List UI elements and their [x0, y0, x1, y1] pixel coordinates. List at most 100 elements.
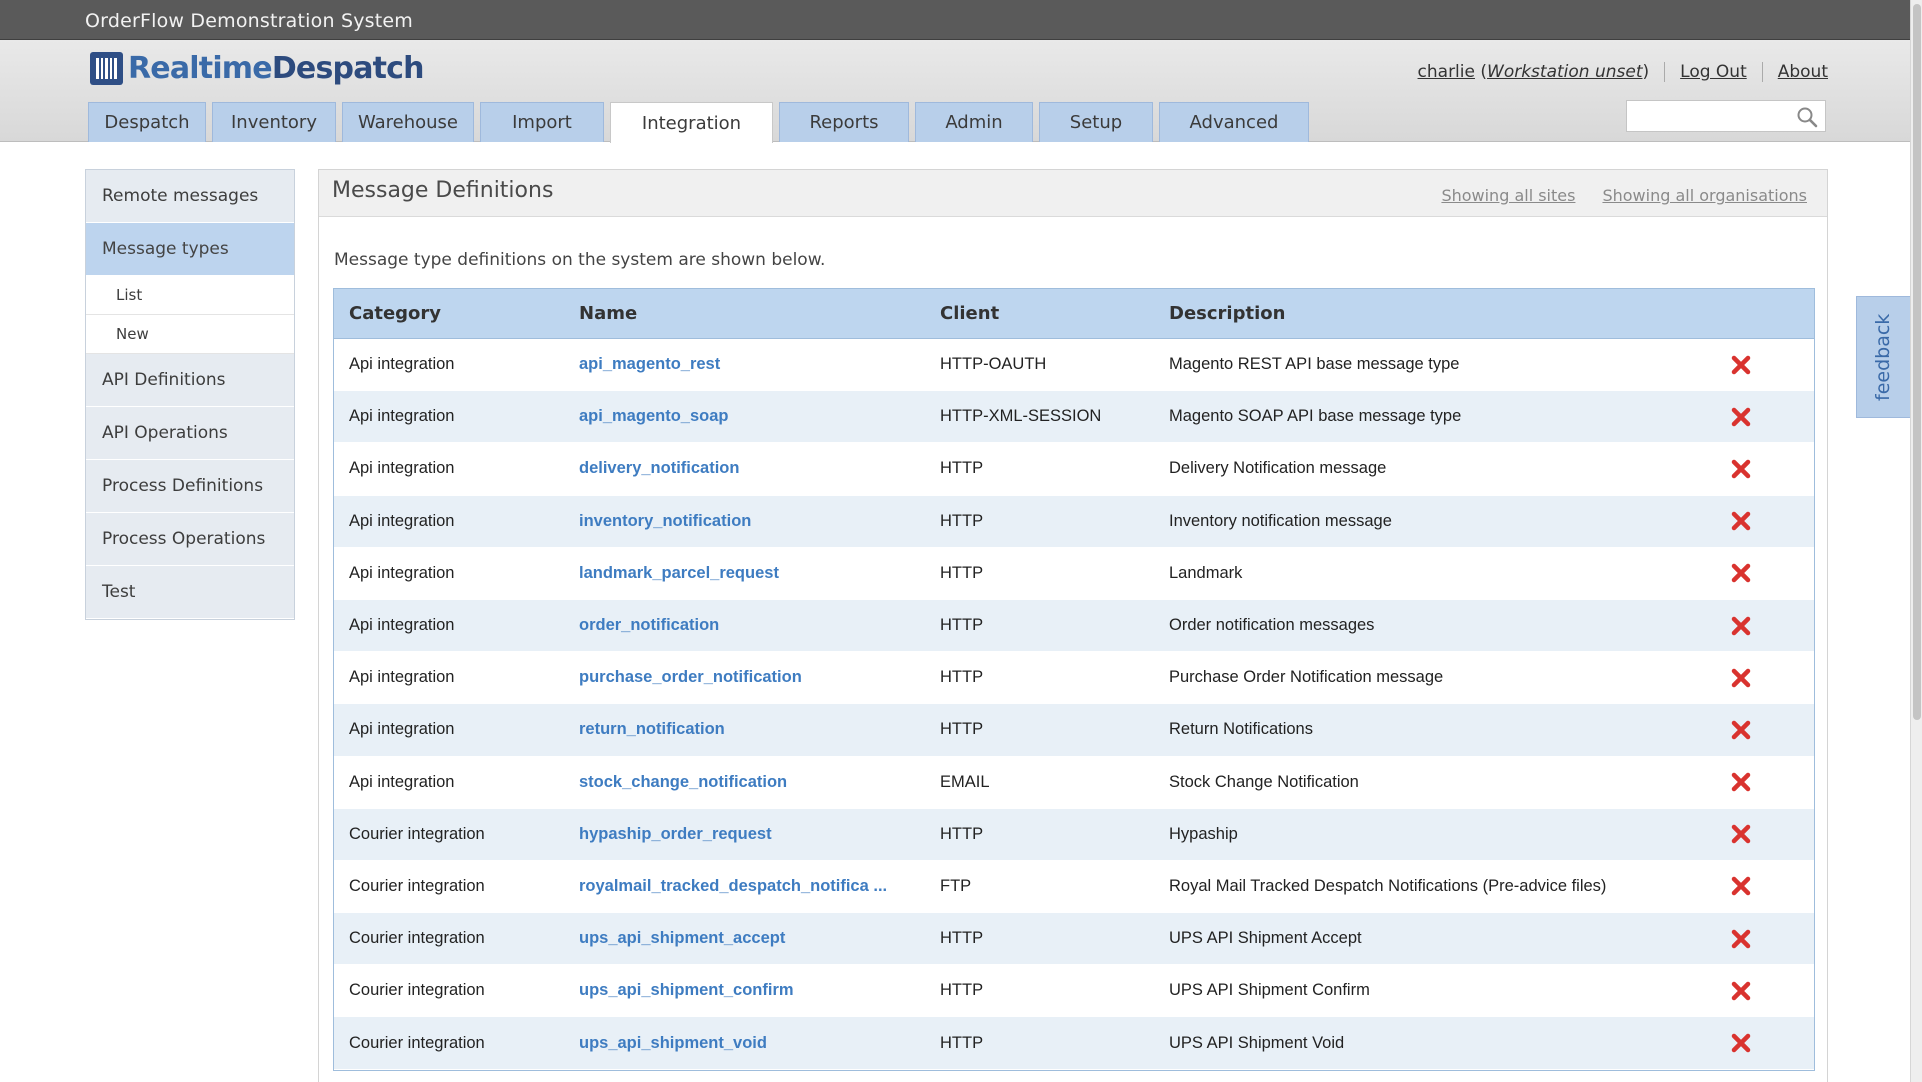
- description-cell: Purchase Order Notification message: [1169, 668, 1444, 687]
- client-cell: HTTP: [940, 616, 984, 635]
- description-cell: Return Notifications: [1169, 720, 1313, 739]
- name-link[interactable]: ups_api_shipment_accept: [579, 929, 785, 948]
- table-row: Courier integration royalmail_tracked_des…: [334, 861, 1814, 914]
- delete-icon[interactable]: [1730, 510, 1752, 532]
- logo-text: RealtimeDespatch: [128, 51, 425, 86]
- table-row: Api integration landmark_parcel_request HT…: [334, 548, 1814, 600]
- name-link[interactable]: inventory_notification: [579, 512, 751, 531]
- workstation-link[interactable]: Workstation unset: [1487, 62, 1642, 82]
- logout-link[interactable]: Log Out: [1680, 62, 1747, 82]
- table-row: Courier integration ups_api_shipment_acce…: [334, 913, 1814, 966]
- sidebar-item-process-operations[interactable]: Process Operations: [86, 513, 294, 566]
- organisations-filter-link[interactable]: Showing all organisations: [1602, 186, 1807, 205]
- sidebar-item-remote-messages[interactable]: Remote messages: [86, 170, 294, 223]
- delete-icon[interactable]: [1730, 406, 1752, 428]
- delete-icon[interactable]: [1730, 562, 1752, 584]
- name-link[interactable]: stock_change_notification: [579, 773, 787, 792]
- client-cell: HTTP: [940, 459, 984, 478]
- search-icon[interactable]: [1796, 106, 1818, 128]
- delete-icon[interactable]: [1730, 719, 1752, 741]
- client-cell: HTTP: [940, 720, 984, 739]
- tab-inventory[interactable]: Inventory: [212, 102, 336, 142]
- column-header-client[interactable]: Client: [940, 303, 999, 324]
- delete-icon[interactable]: [1730, 458, 1752, 480]
- feedback-tab[interactable]: feedback: [1856, 296, 1912, 418]
- tab-admin[interactable]: Admin: [915, 102, 1033, 142]
- username-link[interactable]: charlie: [1418, 62, 1475, 82]
- description-cell: Royal Mail Tracked Despatch Notification…: [1169, 876, 1607, 895]
- table-row: Courier integration hypaship_order_reques…: [334, 808, 1814, 861]
- description-cell: UPS API Shipment Void: [1169, 1033, 1345, 1052]
- category-cell: Api integration: [349, 668, 455, 687]
- sidebar-subitem-new[interactable]: New: [86, 315, 294, 354]
- description-cell: Landmark: [1169, 563, 1243, 582]
- category-cell: Api integration: [349, 563, 455, 582]
- page-scrollbar[interactable]: [1910, 0, 1922, 1082]
- client-cell: HTTP: [940, 668, 984, 687]
- tab-import[interactable]: Import: [480, 102, 604, 142]
- window-titlebar: OrderFlow Demonstration System: [0, 0, 1922, 40]
- app-header: RealtimeDespatch charlie (Workstation un…: [0, 40, 1922, 143]
- description-cell: Hypaship: [1169, 824, 1238, 843]
- client-cell: HTTP: [940, 981, 984, 1000]
- name-link[interactable]: order_notification: [579, 616, 719, 635]
- sidebar-item-process-definitions[interactable]: Process Definitions: [86, 460, 294, 513]
- search-input[interactable]: [1627, 101, 1787, 131]
- name-link[interactable]: api_magento_soap: [579, 407, 728, 426]
- client-cell: FTP: [940, 876, 972, 895]
- barcode-logo-icon: [90, 51, 123, 85]
- feedback-label: feedback: [1872, 313, 1894, 401]
- name-link[interactable]: api_magento_rest: [579, 355, 720, 374]
- tab-setup[interactable]: Setup: [1039, 102, 1153, 142]
- delete-icon[interactable]: [1730, 667, 1752, 689]
- category-cell: Api integration: [349, 355, 455, 374]
- category-cell: Courier integration: [349, 1033, 485, 1052]
- column-header-category[interactable]: Category: [349, 303, 441, 324]
- name-link[interactable]: hypaship_order_request: [579, 825, 772, 844]
- scrollbar-thumb[interactable]: [1913, 4, 1921, 720]
- logo[interactable]: RealtimeDespatch: [90, 48, 425, 88]
- panel-header: Message Definitions Showing all sites Sh…: [319, 170, 1827, 217]
- sidebar-subitem-list[interactable]: List: [86, 276, 294, 315]
- delete-icon[interactable]: [1730, 615, 1752, 637]
- name-link[interactable]: ups_api_shipment_void: [579, 1034, 767, 1053]
- tab-advanced[interactable]: Advanced: [1159, 102, 1309, 142]
- category-cell: Courier integration: [349, 981, 485, 1000]
- category-cell: Api integration: [349, 772, 455, 791]
- name-link[interactable]: return_notification: [579, 720, 725, 739]
- sidebar-item-message-types[interactable]: Message types: [86, 223, 294, 276]
- name-link[interactable]: royalmail_tracked_despatch_notifica ...: [579, 877, 887, 896]
- table-row: Courier integration ups_api_shipment_void…: [334, 1017, 1814, 1070]
- tab-despatch[interactable]: Despatch: [88, 102, 206, 142]
- name-link[interactable]: purchase_order_notification: [579, 668, 802, 687]
- table-body: Api integration api_magento_rest HTTP-OAUT…: [334, 339, 1814, 1070]
- sidebar-item-api-definitions[interactable]: API Definitions: [86, 354, 294, 407]
- sidebar: Remote messages Message types List New A…: [85, 169, 295, 620]
- description-cell: Order notification messages: [1169, 616, 1375, 635]
- name-link[interactable]: delivery_notification: [579, 459, 739, 478]
- message-definitions-table: Category Name Client Description Api int…: [333, 288, 1815, 1071]
- tab-integration[interactable]: Integration: [610, 102, 773, 143]
- column-header-description[interactable]: Description: [1169, 303, 1285, 324]
- name-link[interactable]: landmark_parcel_request: [579, 564, 779, 583]
- delete-icon[interactable]: [1730, 771, 1752, 793]
- delete-icon[interactable]: [1730, 980, 1752, 1002]
- table-row: Api integration api_magento_soap HTTP-XML-…: [334, 391, 1814, 444]
- client-cell: HTTP: [940, 929, 984, 948]
- table-header: Category Name Client Description: [334, 289, 1814, 339]
- name-link[interactable]: ups_api_shipment_confirm: [579, 981, 794, 1000]
- category-cell: Courier integration: [349, 824, 485, 843]
- sidebar-item-test[interactable]: Test: [86, 566, 294, 619]
- tab-warehouse[interactable]: Warehouse: [342, 102, 474, 142]
- delete-icon[interactable]: [1730, 354, 1752, 376]
- about-link[interactable]: About: [1778, 62, 1828, 82]
- sites-filter-link[interactable]: Showing all sites: [1441, 186, 1575, 205]
- delete-icon[interactable]: [1730, 1032, 1752, 1054]
- table-row: Courier integration ups_api_shipment_conf…: [334, 965, 1814, 1018]
- delete-icon[interactable]: [1730, 875, 1752, 897]
- column-header-name[interactable]: Name: [579, 303, 637, 324]
- delete-icon[interactable]: [1730, 928, 1752, 950]
- tab-reports[interactable]: Reports: [779, 102, 909, 142]
- delete-icon[interactable]: [1730, 823, 1752, 845]
- sidebar-item-api-operations[interactable]: API Operations: [86, 407, 294, 460]
